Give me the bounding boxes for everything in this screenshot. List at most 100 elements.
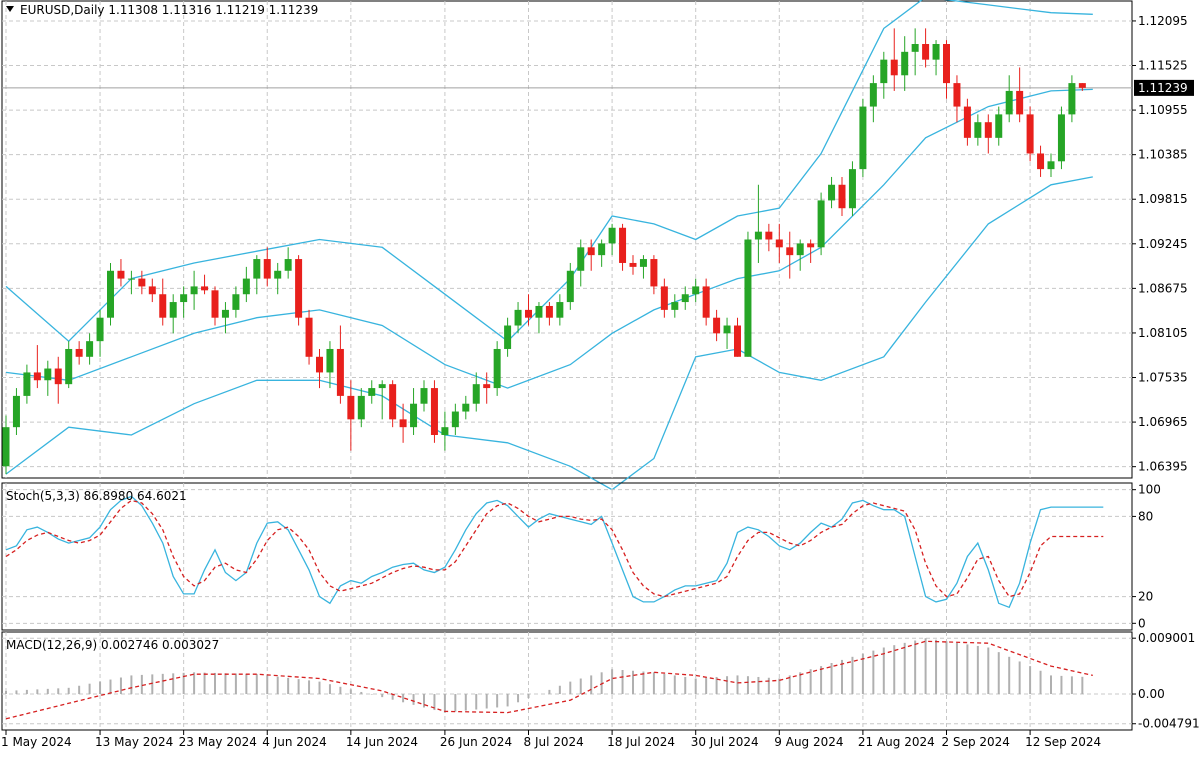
time-axis-label: 2 Sep 2024: [942, 735, 1010, 749]
candle-body: [692, 286, 700, 295]
time-axis-label: 26 Jun 2024: [440, 735, 512, 749]
candle-body: [566, 270, 574, 303]
candle-body: [347, 395, 355, 420]
stoch-main-line: [5, 495, 1104, 609]
candle-body: [472, 384, 480, 404]
bollinger-middle-band: [5, 88, 1093, 389]
price-pane-header: EURUSD,Daily 1.11308 1.11316 1.11219 1.1…: [20, 3, 318, 17]
candle-body: [12, 395, 20, 428]
candle-body: [577, 247, 585, 271]
price-tick-label: 1.08105: [1138, 326, 1188, 340]
candle-body: [848, 169, 856, 209]
candle-body: [859, 106, 867, 170]
candle-body: [253, 259, 261, 279]
stoch-tick-label: 0: [1138, 616, 1146, 630]
macd-tick-label: -0.004791: [1138, 717, 1200, 731]
price-frame: [1, 0, 1133, 479]
candle-body: [242, 278, 250, 295]
candle-body: [2, 427, 10, 467]
trading-chart[interactable]: 1.12095 1.11525 1.10955 1.10385 1.09815 1.092…: [0, 0, 1200, 757]
time-axis-label: 30 Jul 2024: [691, 735, 759, 749]
candle-body: [138, 278, 146, 287]
candle-body: [107, 270, 114, 318]
candle-body: [336, 348, 344, 396]
candle-body: [775, 239, 783, 248]
candle-body: [316, 356, 323, 373]
candle-body: [995, 114, 1003, 138]
current-price-badge-label: 1.11239: [1138, 81, 1188, 95]
candle-body: [817, 200, 825, 248]
candle-body: [410, 403, 418, 428]
price-pane[interactable]: 1.12095 1.11525 1.10955 1.10385 1.09815 1.092…: [1, 0, 1194, 491]
candle-body: [545, 305, 553, 318]
stoch-tick-label: 100: [1138, 483, 1161, 497]
candle-body: [117, 270, 125, 279]
candle-body: [713, 317, 721, 334]
candle-body: [221, 309, 229, 318]
stochastic-pane[interactable]: 0 20 80 100: [1, 482, 1161, 631]
candle-body: [744, 239, 752, 357]
candle-body: [232, 294, 240, 310]
candle-body: [493, 348, 501, 389]
candle-body: [974, 122, 982, 138]
candle-body: [953, 83, 961, 107]
candle-body: [159, 294, 167, 318]
candle-body: [587, 247, 595, 256]
candle-body: [1047, 161, 1055, 170]
candle-body: [1068, 83, 1076, 115]
macd-label: MACD(12,26,9) 0.002746 0.003027: [6, 638, 219, 652]
stoch-frame: [1, 482, 1133, 631]
price-tick-label: 1.06395: [1138, 460, 1188, 474]
candle-body: [389, 384, 397, 420]
candle-body: [796, 243, 804, 256]
time-axis-label: 23 May 2024: [179, 735, 257, 749]
candle-body: [483, 384, 491, 389]
candle-body: [368, 388, 376, 396]
candle-body: [96, 317, 104, 342]
candle-body: [305, 317, 313, 357]
time-axis-label: 14 Jun 2024: [346, 735, 418, 749]
macd-signal-line: [5, 640, 1093, 720]
bollinger-upper-band: [5, 0, 1093, 343]
candle-body: [525, 309, 532, 318]
candle-body: [880, 59, 888, 84]
candle-body: [75, 348, 83, 357]
candle-body: [1037, 153, 1045, 170]
candle-body: [869, 83, 877, 107]
candle-body: [86, 341, 94, 357]
candle-body: [1005, 90, 1013, 115]
candle-body: [671, 302, 679, 310]
time-axis-label: 21 Aug 2024: [858, 735, 935, 749]
candle-body: [504, 325, 512, 349]
candle-body: [399, 419, 407, 428]
candle-body: [430, 388, 438, 435]
time-axis-label: 4 Jun 2024: [262, 735, 327, 749]
candle-body: [734, 325, 741, 357]
candle-body: [535, 305, 543, 318]
candle-body: [1057, 114, 1065, 162]
candle-body: [378, 384, 386, 389]
candle-body: [274, 270, 282, 279]
candle-body: [901, 51, 909, 76]
stoch-tick-label: 80: [1138, 509, 1153, 523]
candle-body: [54, 368, 62, 385]
candle-body: [723, 325, 731, 334]
candle-body: [943, 44, 950, 84]
time-axis: 1 May 2024 13 May 2024 23 May 2024 4 Jun 20…: [1, 730, 1101, 749]
candle-body: [33, 372, 41, 381]
stochastic-label: Stoch(5,3,3) 86.8980 64.6021: [6, 489, 187, 503]
candle-body: [65, 348, 73, 385]
candle-body: [838, 184, 846, 209]
candle-body: [922, 44, 930, 60]
stoch-tick-label: 20: [1138, 590, 1153, 604]
candle-body: [639, 259, 647, 267]
candle-body: [44, 368, 52, 381]
candle-body: [786, 247, 794, 256]
macd-tick-label: 0.00: [1138, 687, 1165, 701]
candle-body: [608, 227, 616, 244]
candle-body: [1078, 83, 1086, 88]
time-axis-label: 9 Aug 2024: [774, 735, 843, 749]
candle-body: [911, 44, 919, 52]
candle-body: [702, 286, 710, 318]
candle-body: [650, 259, 658, 287]
